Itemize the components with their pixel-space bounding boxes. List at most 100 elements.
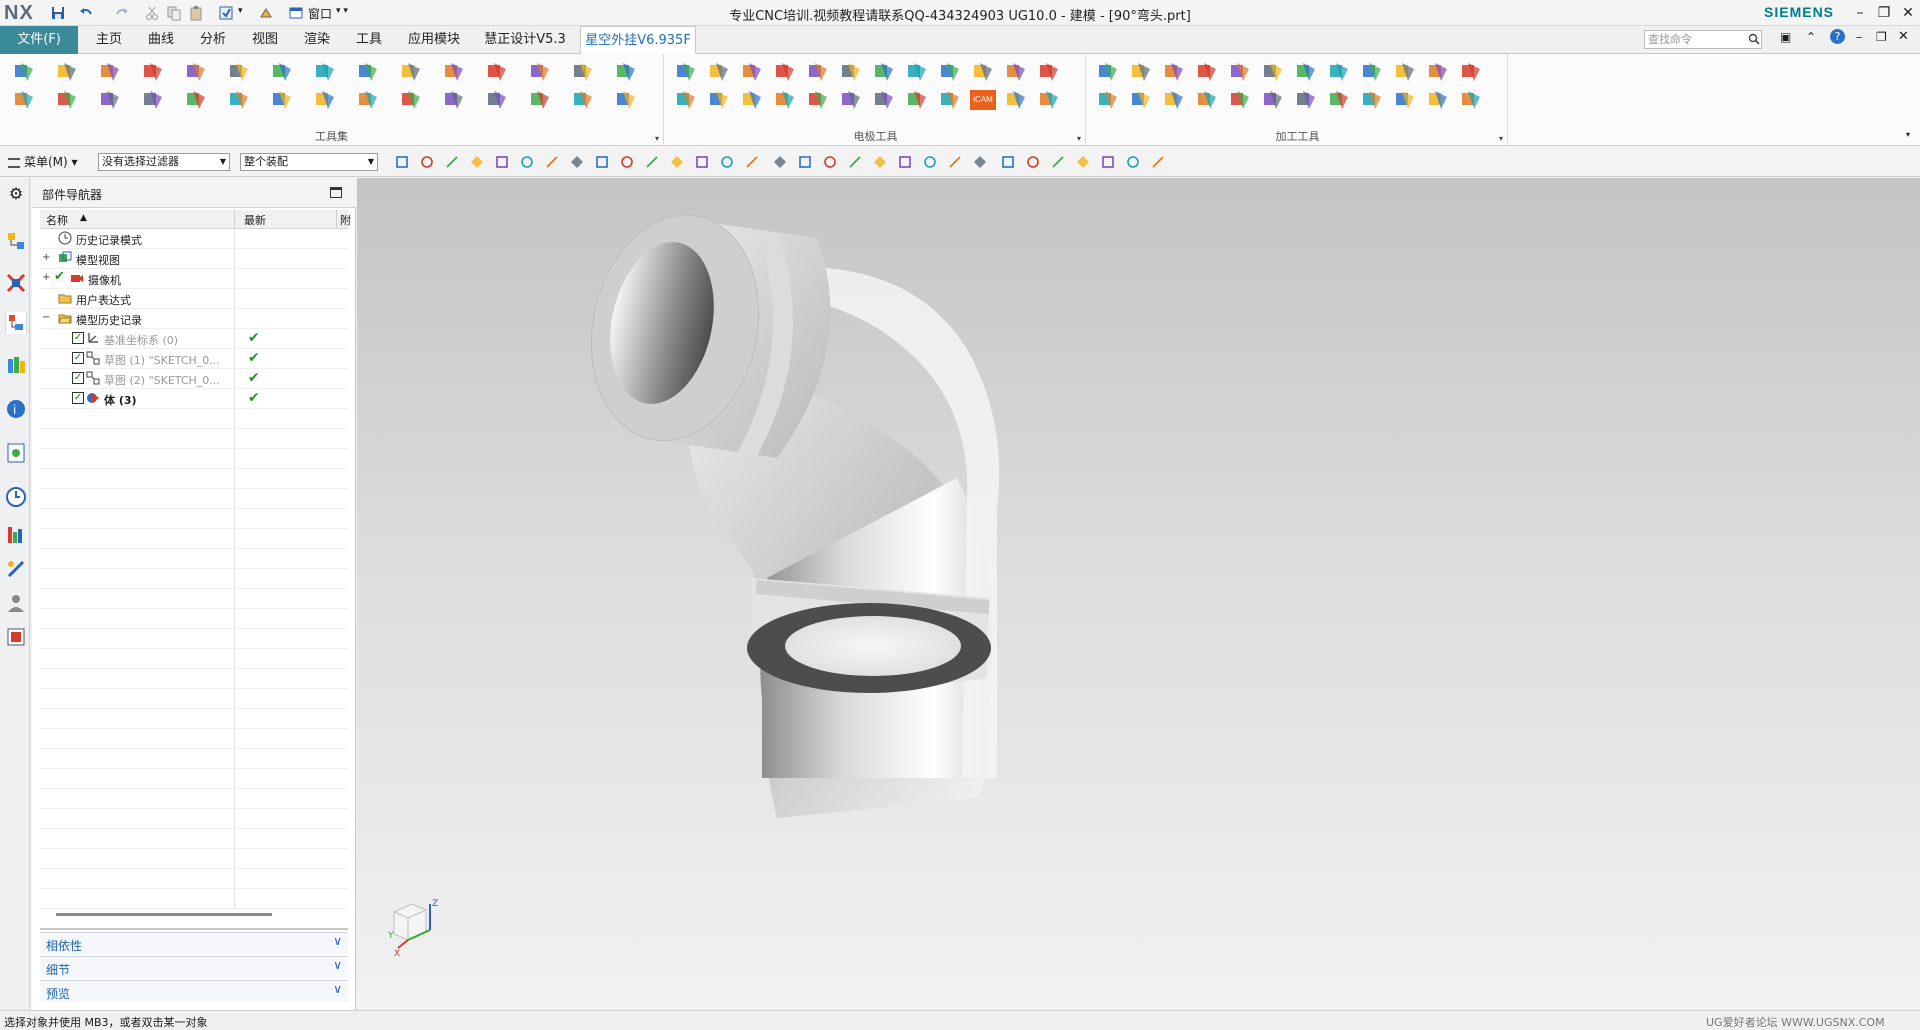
trim-icon[interactable]	[528, 88, 552, 112]
system-materials-icon[interactable]	[5, 626, 27, 648]
tree-row-sketch-2[interactable]: ✓ 草图 (2) "SKETCH_0... ✔	[40, 369, 348, 389]
offset-icon[interactable]	[1129, 60, 1153, 84]
trim-icon[interactable]	[773, 88, 797, 112]
panel-splitter[interactable]	[40, 928, 348, 930]
wire-view-icon[interactable]	[519, 154, 535, 170]
horizontal-scrollbar[interactable]	[56, 913, 272, 916]
extract-icon[interactable]	[674, 60, 698, 84]
move-icon[interactable]	[740, 88, 764, 112]
layer-icon[interactable]	[905, 88, 929, 112]
manufacturing-wizard-icon[interactable]	[5, 558, 27, 580]
help-icon[interactable]: ?	[1830, 29, 1845, 44]
mirror-icon[interactable]	[1162, 60, 1186, 84]
menu-button[interactable]: 菜单(M) ▾	[8, 153, 78, 170]
move-icon[interactable]	[1162, 88, 1186, 112]
snap-on-curve-icon[interactable]	[719, 154, 735, 170]
snap-quadrant-icon[interactable]	[669, 154, 685, 170]
tab-view[interactable]: 视图	[242, 26, 288, 54]
edge-icon[interactable]	[872, 154, 888, 170]
stop-icon[interactable]	[772, 154, 788, 170]
collapse-ribbon-icon[interactable]: ⌃	[1806, 30, 1816, 44]
column-name[interactable]: 名称	[46, 212, 68, 228]
cut-icon[interactable]	[144, 5, 160, 21]
offset-icon[interactable]	[707, 60, 731, 84]
type-filter-select[interactable]: 没有选择过滤器 ▼	[98, 153, 230, 171]
group-expand-icon[interactable]: ▾	[1077, 134, 1081, 143]
offset-icon[interactable]	[1096, 88, 1120, 112]
offset-icon[interactable]	[571, 60, 595, 84]
tab-huizheng-design[interactable]: 慧正设计V5.3	[476, 26, 574, 54]
sketch-tool-icon[interactable]	[399, 60, 423, 84]
material-icon[interactable]	[847, 154, 863, 170]
sew-icon[interactable]	[839, 60, 863, 84]
render-style-icon[interactable]	[1100, 154, 1116, 170]
minimize-icon[interactable]: –	[1848, 3, 1872, 23]
select-all-icon[interactable]	[394, 154, 410, 170]
view-icon[interactable]	[1025, 154, 1041, 170]
close-icon[interactable]: ✕	[1896, 3, 1920, 23]
constraint-navigator-icon[interactable]	[5, 272, 27, 294]
layer-icon[interactable]	[938, 60, 962, 84]
sweep-icon[interactable]	[947, 154, 963, 170]
tree-row-user-expressions[interactable]: 用户表达式	[40, 289, 348, 309]
group-expand-icon[interactable]: ▾	[655, 134, 659, 143]
reuse-library-icon[interactable]	[5, 354, 27, 376]
chamfer-icon[interactable]	[872, 60, 896, 84]
clock-icon[interactable]	[5, 486, 27, 508]
layer-icon[interactable]	[1327, 88, 1351, 112]
ribbon-options-icon[interactable]: ▣	[1780, 30, 1791, 44]
layer-icon[interactable]	[184, 88, 208, 112]
paste-icon[interactable]	[188, 5, 204, 21]
sew-icon[interactable]	[1261, 60, 1285, 84]
coordinate-triad[interactable]: Z Y X	[388, 896, 448, 956]
file-tab[interactable]: 文件(F)	[0, 26, 78, 54]
doc-restore-icon[interactable]: ❐	[1876, 30, 1887, 44]
mirror-icon[interactable]	[707, 88, 731, 112]
offset-icon[interactable]	[399, 88, 423, 112]
column-extra[interactable]: 附	[340, 212, 351, 228]
window-icon[interactable]	[288, 5, 304, 21]
snap-intersect-icon[interactable]	[619, 154, 635, 170]
chamfer-icon[interactable]	[270, 60, 294, 84]
repeat-command-icon[interactable]	[218, 5, 234, 21]
mirror-icon[interactable]	[98, 60, 122, 84]
lasso-icon[interactable]	[469, 154, 485, 170]
expand-icon[interactable]: +	[42, 272, 50, 283]
snap-point-icon[interactable]	[694, 154, 710, 170]
trim-icon[interactable]	[12, 88, 36, 112]
select-face-icon[interactable]	[419, 154, 435, 170]
collapse-icon[interactable]: −	[42, 312, 50, 323]
group-expand-icon[interactable]: ▾	[1499, 134, 1503, 143]
trim-icon[interactable]	[806, 60, 830, 84]
sew-icon[interactable]	[806, 88, 830, 112]
web-browser-icon[interactable]: i	[5, 398, 27, 420]
visibility-checkbox[interactable]: ✓	[72, 392, 84, 404]
panel-details[interactable]: 细节 ∨	[40, 956, 348, 978]
move-icon[interactable]	[773, 60, 797, 84]
move-icon[interactable]	[1195, 60, 1219, 84]
window-menu[interactable]: 窗口	[308, 5, 332, 22]
doc-minimize-icon[interactable]: –	[1856, 30, 1862, 44]
mirror-icon[interactable]	[740, 60, 764, 84]
layer-icon[interactable]	[1360, 60, 1384, 84]
tab-curve[interactable]: 曲线	[138, 26, 184, 54]
extract-icon[interactable]	[12, 60, 36, 84]
layer-icon[interactable]	[356, 60, 380, 84]
mirror-icon[interactable]	[442, 88, 466, 112]
tree-row-camera[interactable]: + ✔ 摄像机	[40, 269, 348, 289]
trim-icon[interactable]	[1195, 88, 1219, 112]
maximize-icon[interactable]	[330, 187, 342, 198]
visibility-checkbox[interactable]: ✓	[72, 332, 84, 344]
tree-row-history-mode[interactable]: 历史记录模式	[40, 229, 348, 249]
move-icon[interactable]	[485, 88, 509, 112]
assembly-navigator-icon[interactable]	[5, 230, 27, 252]
tree-row-model-history[interactable]: − 模型历史记录	[40, 309, 348, 329]
tree-row-sketch-1[interactable]: ✓ 草图 (1) "SKETCH_0... ✔	[40, 349, 348, 369]
redo-icon[interactable]	[114, 5, 130, 21]
undo-icon[interactable]	[78, 5, 94, 21]
role-icon[interactable]	[5, 592, 27, 614]
mirror-icon[interactable]	[1129, 88, 1153, 112]
measure-icon[interactable]	[141, 88, 165, 112]
measure-icon[interactable]	[313, 60, 337, 84]
curve-icon[interactable]	[897, 154, 913, 170]
